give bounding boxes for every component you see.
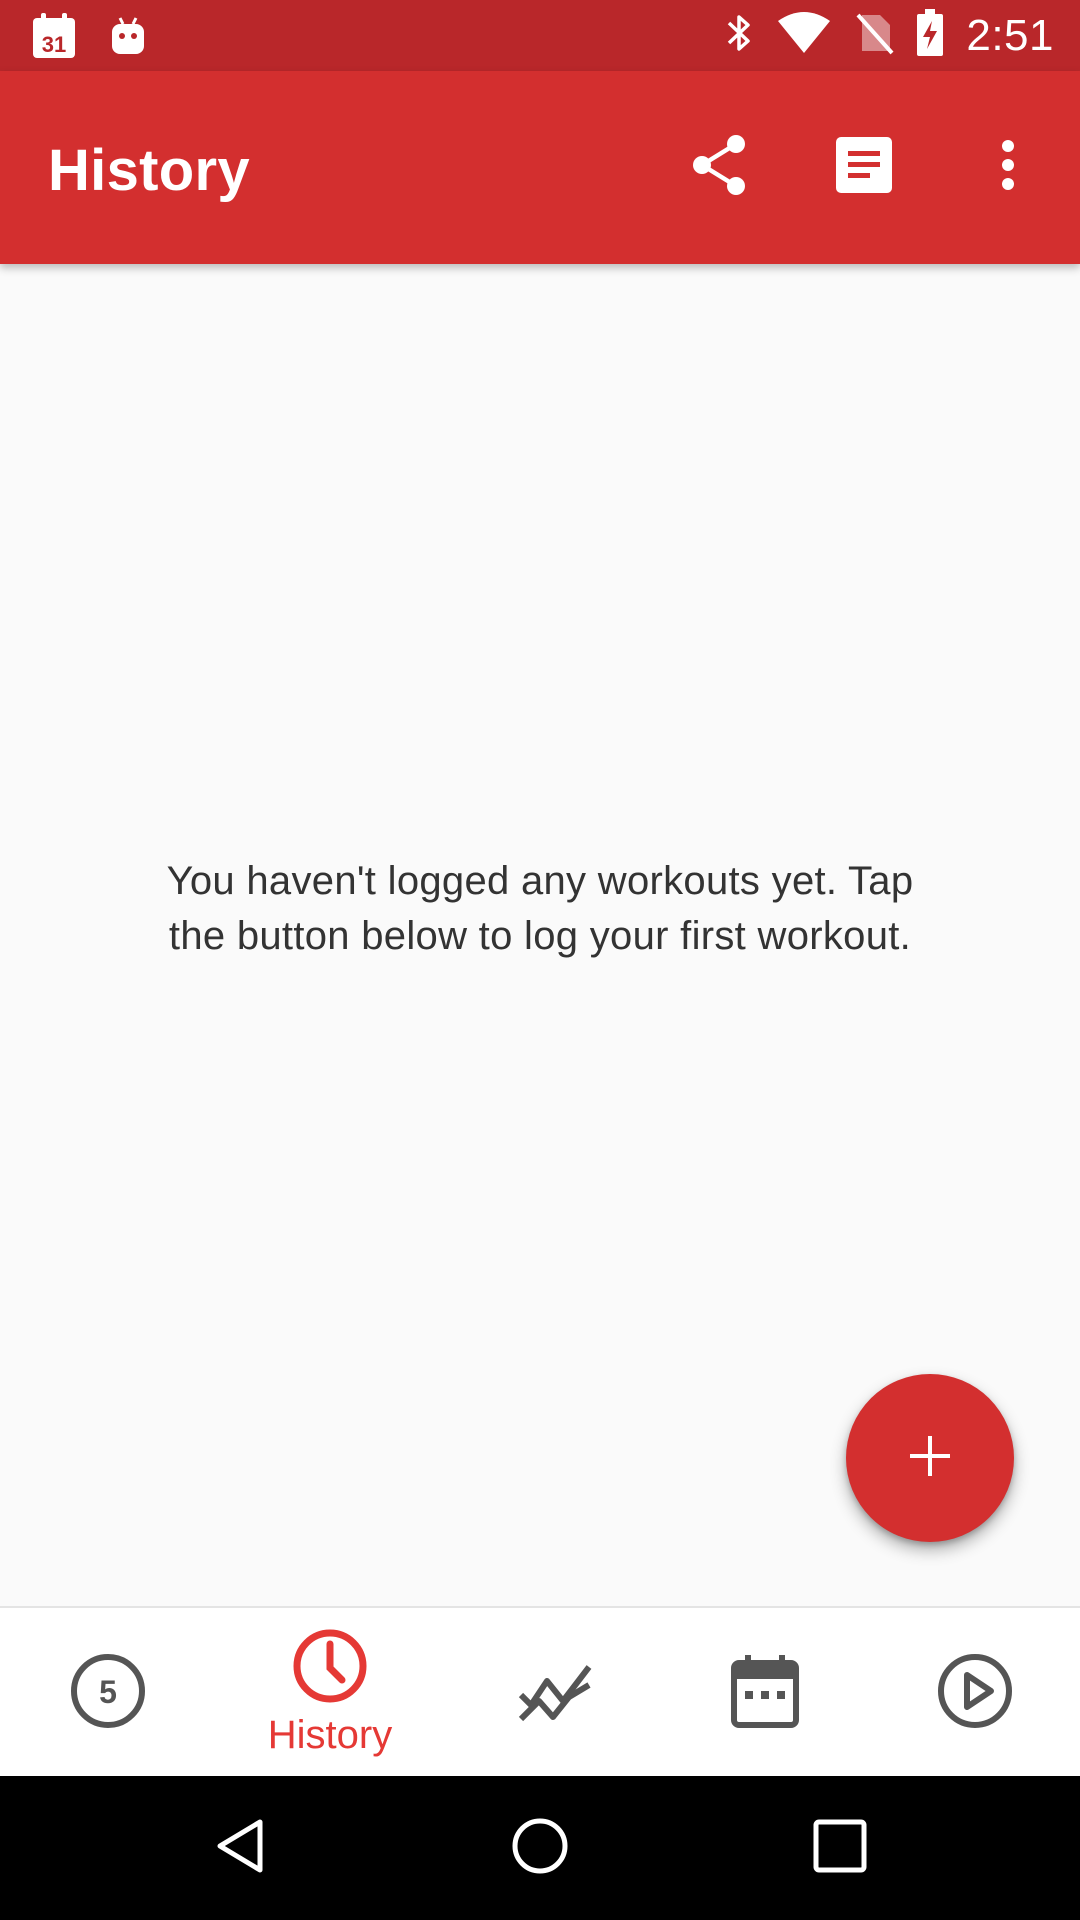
share-button[interactable] bbox=[680, 127, 760, 207]
app-bar: History bbox=[0, 71, 1080, 264]
nav-item-history[interactable]: History bbox=[222, 1608, 438, 1778]
bluetooth-icon bbox=[724, 11, 754, 60]
back-button[interactable] bbox=[190, 1798, 290, 1898]
page-title: History bbox=[48, 138, 250, 203]
nav-item-workout[interactable] bbox=[867, 1608, 1080, 1778]
status-bar: 31 2:51 bbox=[0, 0, 1080, 71]
notes-icon bbox=[836, 136, 892, 198]
calendar-icon bbox=[731, 1653, 799, 1734]
recents-button[interactable] bbox=[790, 1798, 890, 1898]
five-circle-icon: 5 bbox=[70, 1653, 146, 1734]
nav-item-calendar[interactable] bbox=[657, 1608, 873, 1778]
wifi-icon bbox=[776, 11, 832, 60]
calendar-notification-icon: 31 bbox=[30, 12, 78, 65]
nav-item-program[interactable]: 5 bbox=[0, 1608, 216, 1778]
svg-text:31: 31 bbox=[42, 32, 66, 57]
add-workout-button[interactable] bbox=[846, 1374, 1014, 1542]
plus-icon bbox=[908, 1434, 952, 1483]
back-icon bbox=[210, 1816, 270, 1881]
nav-label-history: History bbox=[267, 1713, 393, 1757]
no-sim-icon bbox=[854, 11, 894, 60]
clock-icon bbox=[292, 1628, 368, 1709]
android-icon bbox=[108, 14, 148, 63]
system-navigation-bar bbox=[0, 1776, 1080, 1920]
recents-icon bbox=[812, 1818, 868, 1879]
status-time: 2:51 bbox=[966, 10, 1054, 60]
empty-state-message: You haven't logged any workouts yet. Tap… bbox=[166, 859, 914, 958]
more-vert-icon bbox=[1000, 139, 1016, 196]
share-icon bbox=[690, 134, 750, 201]
notes-button[interactable] bbox=[824, 127, 904, 207]
battery-charging-icon bbox=[916, 9, 944, 62]
more-options-button[interactable] bbox=[968, 127, 1048, 207]
home-button[interactable] bbox=[490, 1798, 590, 1898]
nav-item-graphs[interactable] bbox=[447, 1608, 663, 1778]
trend-chart-icon bbox=[517, 1659, 593, 1728]
home-icon bbox=[510, 1816, 570, 1881]
play-circle-icon bbox=[937, 1653, 1013, 1734]
bottom-navigation: 5 History bbox=[0, 1606, 1080, 1776]
svg-text:5: 5 bbox=[99, 1674, 117, 1710]
